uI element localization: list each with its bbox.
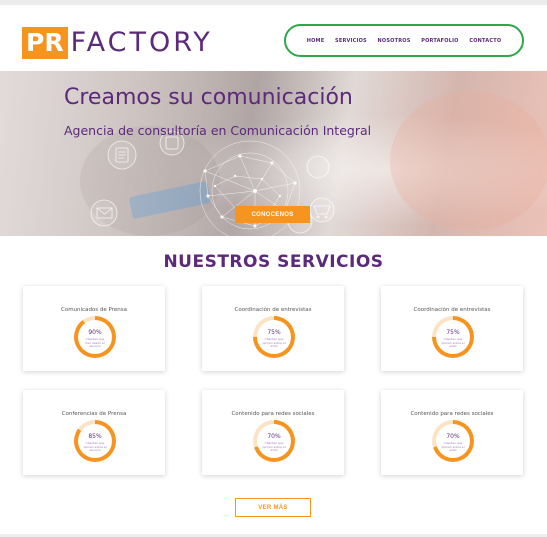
service-card[interactable]: Contenido para redes sociales 70% Client…: [381, 390, 523, 475]
service-card[interactable]: Coordinación de entrevistas 75% Clientes…: [202, 286, 344, 371]
hero-banner: Creamos su comunicación Agencia de consu…: [0, 71, 547, 236]
progress-percent: 70%: [446, 433, 460, 440]
progress-percent: 85%: [88, 433, 102, 440]
progress-caption: Clientes que han usado el servicio: [85, 337, 105, 349]
progress-caption: Clientes que opinan sobre el servicio: [83, 441, 107, 453]
progress-ring-inner: 75% Clientes que opinan sobre el éxito: [436, 320, 470, 354]
nav-portafolio[interactable]: PORTAFOLIO: [421, 38, 458, 44]
progress-percent: 70%: [267, 433, 281, 440]
service-card-title: Contenido para redes sociales: [410, 411, 494, 417]
progress-ring-inner: 70% Clientes que opinan sobre el éxito: [257, 424, 291, 458]
nav-nosotros[interactable]: NOSOTROS: [378, 38, 411, 44]
progress-ring: 70% Clientes que opinan sobre el éxito: [253, 420, 295, 462]
service-card-title: Coordinación de entrevistas: [234, 307, 312, 313]
progress-caption: Clientes que opinan sobre el éxito: [262, 337, 286, 349]
site-header: PR FACTORY HOME SERVICIOS NOSOTROS PORTA…: [0, 5, 547, 71]
service-card[interactable]: Comunicados de Prensa 90% Clientes que h…: [23, 286, 165, 371]
progress-percent: 75%: [446, 329, 460, 336]
hero-title: Creamos su comunicación: [64, 85, 353, 110]
progress-ring-inner: 70% Clientes que opinan sobre el éxito: [436, 424, 470, 458]
progress-caption: Clientes que opinan sobre el éxito: [441, 441, 465, 453]
progress-caption: Clientes que opinan sobre el éxito: [441, 337, 465, 349]
service-card-title: Conferencias de Prensa: [61, 411, 127, 417]
progress-percent: 75%: [267, 329, 281, 336]
progress-caption: Clientes que opinan sobre el éxito: [262, 441, 286, 453]
nav-servicios[interactable]: SERVICIOS: [335, 38, 367, 44]
service-card-title: Contenido para redes sociales: [231, 411, 315, 417]
logo-pr-mark: PR: [22, 27, 68, 59]
progress-ring: 90% Clientes que han usado el servicio: [74, 316, 116, 358]
hero-subtitle: Agencia de consultoría en Comunicación I…: [64, 123, 372, 138]
services-title: NUESTROS SERVICIOS: [163, 252, 384, 272]
nav-contacto[interactable]: CONTACTO: [469, 38, 501, 44]
progress-ring-inner: 75% Clientes que opinan sobre el éxito: [257, 320, 291, 354]
progress-ring: 70% Clientes que opinan sobre el éxito: [432, 420, 474, 462]
service-card[interactable]: Contenido para redes sociales 70% Client…: [202, 390, 344, 475]
logo-wordmark: FACTORY: [70, 27, 213, 58]
nav-home[interactable]: HOME: [307, 38, 325, 44]
progress-ring: 75% Clientes que opinan sobre el éxito: [253, 316, 295, 358]
conocenos-button[interactable]: CONOCENOS: [235, 206, 310, 223]
service-card-title: Comunicados de Prensa: [60, 307, 128, 313]
progress-ring-inner: 85% Clientes que opinan sobre el servici…: [78, 424, 112, 458]
ver-mas-button[interactable]: VER MÁS: [235, 498, 311, 517]
progress-ring: 75% Clientes que opinan sobre el éxito: [432, 316, 474, 358]
main-nav: HOME SERVICIOS NOSOTROS PORTAFOLIO CONTA…: [284, 24, 524, 57]
progress-ring: 85% Clientes que opinan sobre el servici…: [74, 420, 116, 462]
logo[interactable]: PR FACTORY: [22, 25, 213, 61]
progress-ring-inner: 90% Clientes que han usado el servicio: [78, 320, 112, 354]
service-card-title: Coordinación de entrevistas: [413, 307, 491, 313]
progress-percent: 90%: [88, 329, 102, 336]
service-card[interactable]: Coordinación de entrevistas 75% Clientes…: [381, 286, 523, 371]
service-card[interactable]: Conferencias de Prensa 85% Clientes que …: [23, 390, 165, 475]
